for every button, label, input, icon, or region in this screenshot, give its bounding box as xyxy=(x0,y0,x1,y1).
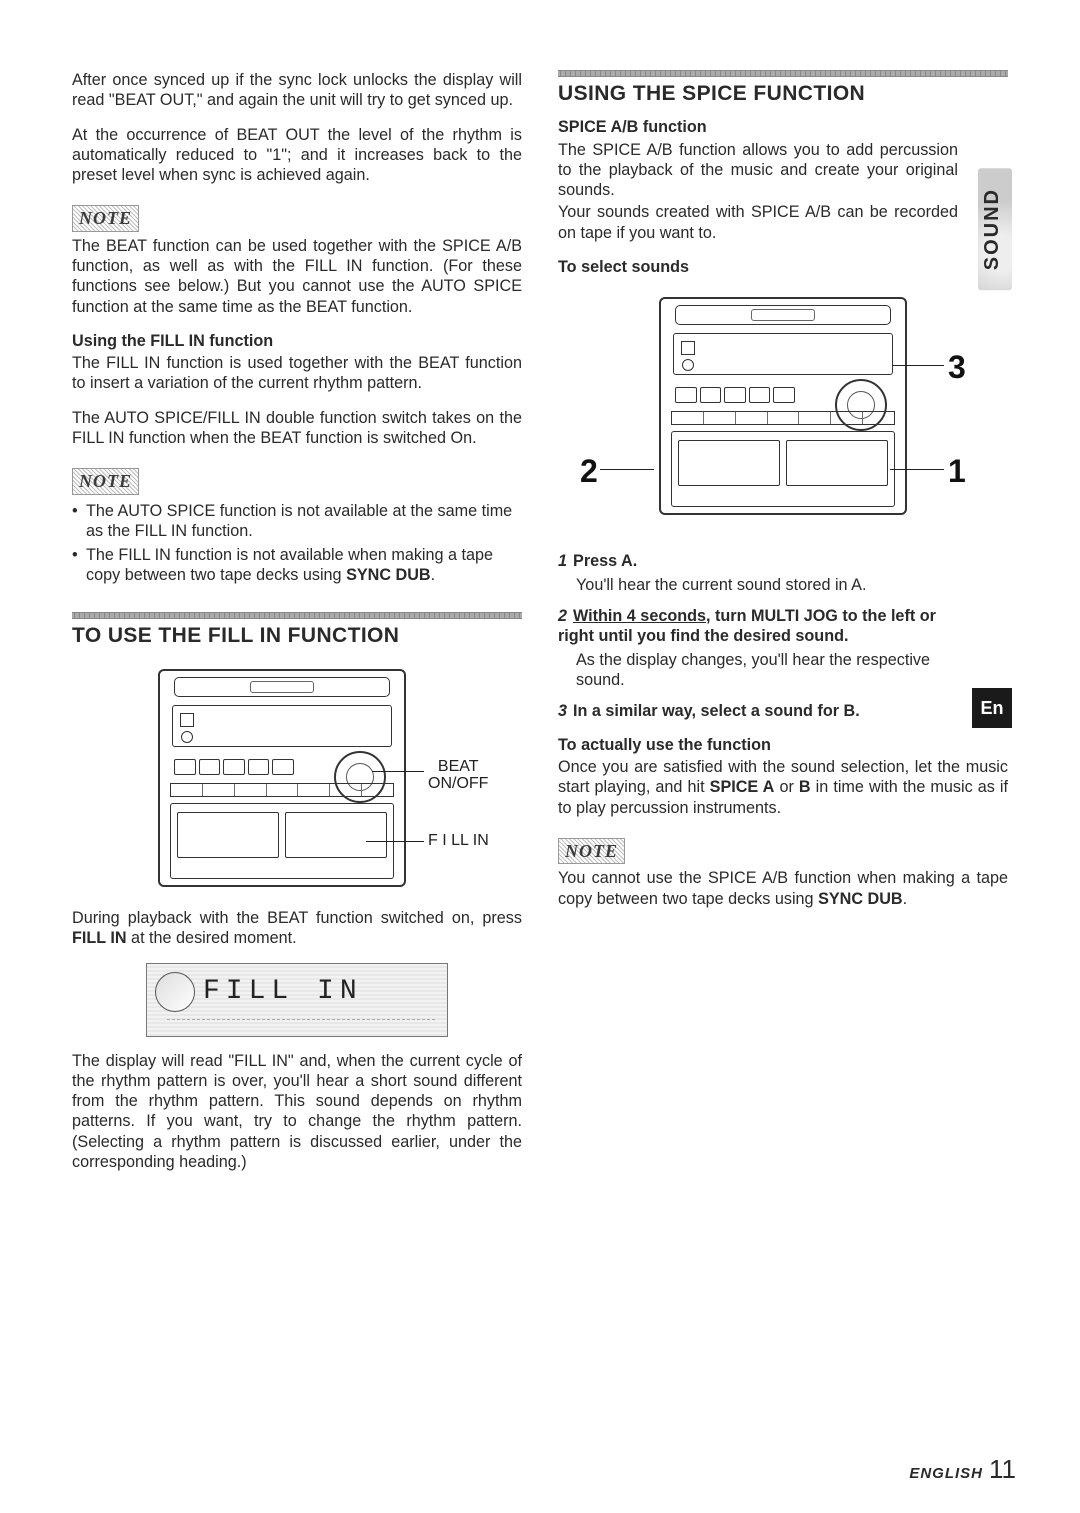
callout-number-2: 2 xyxy=(580,451,598,491)
paragraph: The FILL IN function is used together wi… xyxy=(72,353,522,394)
paragraph: At the occurrence of BEAT OUT the level … xyxy=(72,125,522,186)
step-number: 1 xyxy=(558,552,567,570)
paragraph: Your sounds created with SPICE A/B can b… xyxy=(558,202,958,243)
text: . xyxy=(431,566,436,584)
side-tab-en: En xyxy=(972,688,1012,728)
subheading-select-sounds: To select sounds xyxy=(558,257,1008,277)
step-body: You'll hear the current sound stored in … xyxy=(576,575,962,595)
list-item: The AUTO SPICE function is not available… xyxy=(72,501,522,542)
text: or xyxy=(774,778,799,796)
lcd-text: FILL IN xyxy=(203,974,363,1009)
right-column: USING THE SPICE FUNCTION SOUND SPICE A/B… xyxy=(558,70,1008,1186)
text-bold: SYNC DUB xyxy=(818,890,903,908)
text-bold: SYNC DUB xyxy=(346,566,431,584)
stereo-diagram-fill-in: BEAT ON/OFF F I LL IN xyxy=(72,663,522,898)
note-body: You cannot use the SPICE A/B function wh… xyxy=(558,868,1008,909)
note-tag: NOTE xyxy=(72,468,139,495)
footer-page-number: 11 xyxy=(989,1454,1016,1484)
note-tag: NOTE xyxy=(72,205,139,232)
step-number: 2 xyxy=(558,607,567,625)
step-number: 3 xyxy=(558,702,567,720)
paragraph: After once synced up if the sync lock un… xyxy=(72,70,522,111)
text: at the desired moment. xyxy=(127,929,297,947)
section-rule xyxy=(72,612,522,619)
text-underline: Within 4 seconds xyxy=(573,607,706,625)
side-tab-sound: SOUND xyxy=(978,168,1012,290)
text: . xyxy=(903,890,908,908)
paragraph: The AUTO SPICE/FILL IN double function s… xyxy=(72,408,522,449)
note-body: The BEAT function can be used together w… xyxy=(72,236,522,317)
step-body: As the display changes, you'll hear the … xyxy=(576,650,962,691)
section-title-spice: USING THE SPICE FUNCTION xyxy=(558,81,1008,107)
paragraph: The SPICE A/B function allows you to add… xyxy=(558,140,958,201)
paragraph: During playback with the BEAT function s… xyxy=(72,908,522,949)
left-column: After once synced up if the sync lock un… xyxy=(72,70,522,1186)
lcd-display: FILL IN xyxy=(146,963,448,1037)
text: You cannot use the SPICE A/B function wh… xyxy=(558,869,1008,907)
subheading-fill-in: Using the FILL IN function xyxy=(72,331,522,351)
text-bold: SPICE A xyxy=(710,778,775,796)
callout-number-1: 1 xyxy=(948,451,966,491)
section-rule xyxy=(558,70,1008,77)
callout-number-3: 3 xyxy=(948,347,966,387)
callout-fill-in: F I LL IN xyxy=(428,831,489,851)
note-tag: NOTE xyxy=(558,838,625,865)
list-item: The FILL IN function is not available wh… xyxy=(72,545,522,586)
paragraph: The display will read "FILL IN" and, whe… xyxy=(72,1051,522,1173)
note-list: The AUTO SPICE function is not available… xyxy=(72,501,522,586)
subheading-use-function: To actually use the function xyxy=(558,735,1008,755)
callout-beat-onoff: BEAT ON/OFF xyxy=(428,759,488,793)
paragraph: Once you are satisfied with the sound se… xyxy=(558,757,1008,818)
stereo-diagram-select: 3 1 2 xyxy=(558,291,1008,541)
step-title: Press A. xyxy=(573,552,637,570)
text-bold: B xyxy=(799,778,811,796)
section-title-fill-in: TO USE THE FILL IN FUNCTION xyxy=(72,623,522,649)
text: During playback with the BEAT function s… xyxy=(72,909,522,927)
step-title: In a similar way, select a sound for B. xyxy=(573,702,860,720)
subheading-spice-ab: SPICE A/B function xyxy=(558,117,958,137)
page-footer: ENGLISH 11 xyxy=(909,1453,1016,1486)
steps-list: 1 Press A. You'll hear the current sound … xyxy=(558,551,962,721)
text-bold: FILL IN xyxy=(72,929,127,947)
step-title: Within 4 seconds, turn MULTI JOG to the … xyxy=(558,607,936,645)
footer-language: ENGLISH xyxy=(909,1465,983,1482)
